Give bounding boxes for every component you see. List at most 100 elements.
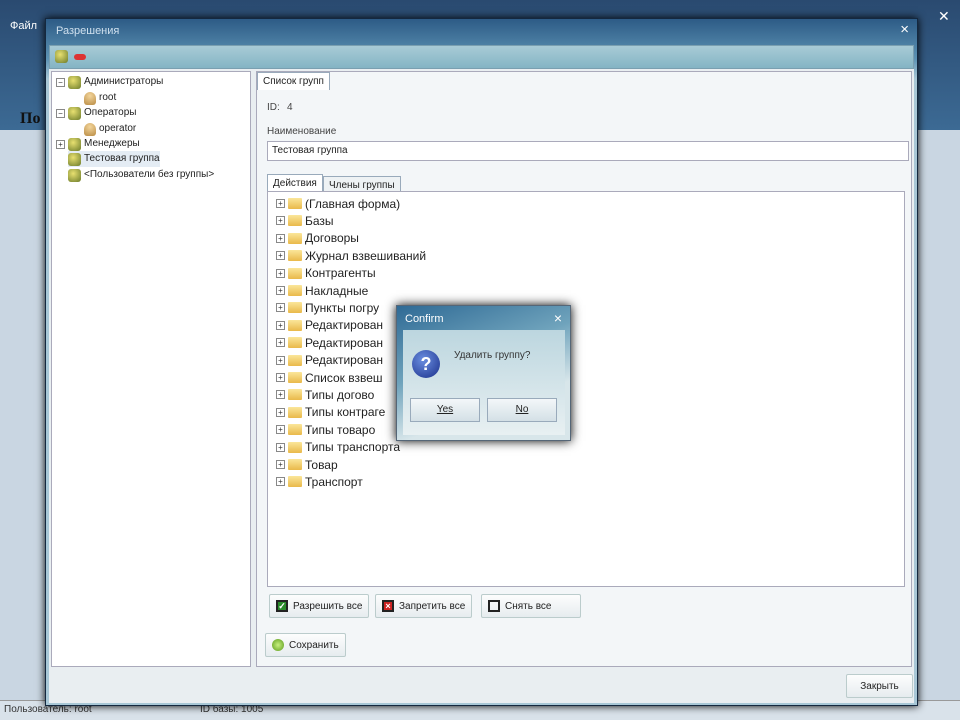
folder-icon [288,424,302,436]
action-item[interactable]: + Транспорт [276,473,363,490]
confirm-close-icon[interactable]: × [554,310,562,326]
close-icon[interactable]: × [900,21,909,38]
tree-label: operator [99,123,137,134]
folder-icon [288,198,302,209]
folder-icon [288,441,302,453]
app-close-icon[interactable]: ✕ [938,8,950,25]
action-item[interactable]: + Список взвеш [276,369,383,386]
action-label: Редактирован [305,353,384,368]
group-icon [68,75,81,89]
expand-icon[interactable]: + [276,251,285,261]
folder-icon [288,250,302,262]
tree-label: Менеджеры [84,138,140,149]
expand-icon[interactable]: + [276,442,285,452]
expand-icon[interactable]: + [276,199,285,208]
close-button[interactable]: Закрыть [846,674,913,698]
expand-icon[interactable]: + [276,390,285,400]
group-icon [68,152,81,166]
folder-icon [288,267,302,279]
action-item[interactable]: + Контрагенты [276,265,376,282]
expand-icon[interactable]: + [276,268,285,278]
menu-file[interactable]: Файл [10,20,37,32]
tree-user[interactable]: operator [84,121,136,137]
expand-icon[interactable]: + [276,286,285,295]
action-label: Типы контраге [305,405,386,420]
action-item[interactable]: + Типы догово [276,386,374,403]
folder-icon [288,476,302,488]
save-button[interactable]: Сохранить [265,633,346,657]
tree-group[interactable]: − Операторы [56,105,136,121]
name-label: Наименование [267,126,337,137]
action-item[interactable]: + Договоры [276,230,359,247]
id-value: 4 [287,102,293,113]
tree-group[interactable]: + Менеджеры [56,136,140,152]
expand-icon[interactable]: + [276,338,285,348]
allow-all-button[interactable]: ✓ Разрешить все [269,594,370,618]
tab-members[interactable]: Члены группы [323,176,401,192]
button-label: Сохранить [289,639,339,651]
folder-icon [288,319,302,331]
action-label: Контрагенты [305,266,376,281]
action-label: Типы догово [305,387,375,402]
folder-icon [288,459,302,470]
expand-icon[interactable]: + [276,320,285,330]
tree-group[interactable]: <Пользователи без группы> [68,167,214,183]
collapse-icon[interactable]: − [56,108,65,118]
action-item[interactable]: + Базы [276,212,334,229]
delete-group-icon[interactable] [74,54,86,60]
expand-icon[interactable]: + [276,407,285,417]
checked-icon: ✓ [276,600,288,612]
action-item[interactable]: + Редактирован [276,317,383,334]
actions-tree[interactable]: + (Главная форма) + Базы + Договоры + Журнал вз… [267,191,905,587]
action-item[interactable]: + Редактирован [276,352,383,369]
folder-icon [288,232,302,244]
group-icon [68,106,81,120]
add-group-icon[interactable] [55,50,68,63]
action-label: Договоры [305,231,359,246]
action-item[interactable]: + Пункты погру [276,299,379,316]
collapse-icon[interactable]: − [56,77,65,87]
confirm-title: Confirm [405,313,444,325]
deny-icon: × [382,600,394,612]
action-item[interactable]: + Журнал взвешиваний [276,247,426,264]
folder-icon [288,215,302,227]
action-item[interactable]: + Товар [276,456,338,473]
tab-actions[interactable]: Действия [267,174,323,192]
action-item[interactable]: + (Главная форма) [276,195,400,212]
group-icon [68,137,81,151]
user-icon [84,91,96,105]
group-tree[interactable]: − Администраторы root − Операторы operator… [51,71,251,667]
deny-all-button[interactable]: × Запретить все [375,594,473,618]
tab-group-list[interactable]: Список групп [257,72,330,90]
folder-icon [288,285,302,296]
question-icon: ? [412,350,440,378]
expand-icon[interactable]: + [276,477,285,487]
clear-all-button[interactable]: Снять все [481,594,581,618]
tree-user[interactable]: root [84,90,116,106]
expand-icon[interactable]: + [276,355,285,365]
tree-group-selected[interactable]: Тестовая группа [68,151,160,167]
action-item[interactable]: + Типы товаро [276,421,375,438]
name-input[interactable]: Тестовая группа [267,141,909,161]
action-label: Журнал взвешиваний [305,248,427,263]
action-item[interactable]: + Накладные [276,282,368,299]
action-item[interactable]: + Типы транспорта [276,439,400,456]
folder-icon [288,302,302,314]
expand-icon[interactable]: + [276,216,285,226]
expand-icon[interactable]: + [276,373,285,382]
no-button[interactable]: No [487,398,557,422]
button-label: Снять все [505,600,552,612]
expand-icon[interactable]: + [276,460,285,469]
tree-label: Администраторы [84,76,164,87]
action-item[interactable]: + Редактирован [276,334,383,351]
action-item[interactable]: + Типы контраге [276,404,385,421]
expand-icon[interactable]: + [276,425,285,435]
expand-icon[interactable]: + [56,139,65,149]
folder-icon [288,354,302,366]
action-label: Товар [305,457,338,472]
expand-icon[interactable]: + [276,303,285,313]
expand-icon[interactable]: + [276,233,285,243]
tree-group[interactable]: − Администраторы [56,74,163,90]
action-label: Пункты погру [305,300,380,315]
yes-button[interactable]: Yes [410,398,480,422]
